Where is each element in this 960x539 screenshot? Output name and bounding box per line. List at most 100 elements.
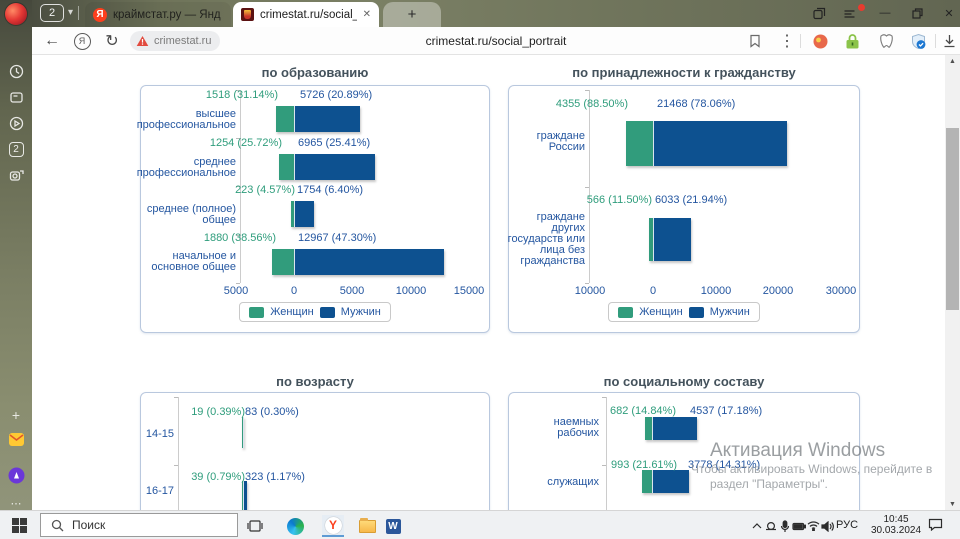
touch-keyboard-icon[interactable]: [764, 519, 778, 533]
more-options-icon[interactable]: ⋮: [779, 27, 795, 55]
bar-women[interactable]: [279, 154, 294, 180]
file-explorer-icon[interactable]: [356, 515, 378, 537]
tab-yandex-search[interactable]: Я краймстат.ру — Яндекс: н: [85, 2, 231, 27]
crimestat-favicon: [241, 8, 254, 21]
chart-title-social: по социальному составу: [603, 374, 765, 389]
task-view-icon[interactable]: [244, 515, 266, 537]
language-indicator[interactable]: РУС: [836, 519, 858, 531]
word-icon[interactable]: W: [382, 515, 404, 537]
video-play-icon[interactable]: [7, 114, 25, 132]
scroll-up-icon[interactable]: ▲: [945, 55, 960, 67]
bar-women[interactable]: [272, 249, 294, 275]
value-label-men: 5726 (20.89%): [300, 89, 373, 101]
category-axis-line: [606, 397, 607, 510]
bar-men[interactable]: [652, 417, 697, 440]
x-axis-tick-label: 10000: [700, 285, 732, 297]
x-axis-tick-label: 10000: [574, 285, 606, 297]
battery-icon[interactable]: [792, 519, 806, 533]
axis-tick-mark: [602, 397, 606, 398]
wifi-icon[interactable]: [806, 519, 820, 533]
microphone-icon[interactable]: [778, 519, 792, 533]
volume-icon[interactable]: [820, 519, 834, 533]
yandex-browser-icon[interactable]: Y: [322, 515, 344, 537]
action-center-icon[interactable]: [928, 518, 944, 532]
value-label-women: 566 (11.50%): [586, 194, 652, 206]
bar-women[interactable]: [626, 121, 653, 166]
chevron-down-icon[interactable]: ▾: [68, 7, 73, 18]
collections-icon[interactable]: [7, 88, 25, 106]
screenshot-icon[interactable]: [7, 166, 25, 184]
downloads-icon[interactable]: [940, 27, 958, 55]
extension-icon-2[interactable]: [878, 33, 895, 50]
tray-expand-icon[interactable]: [750, 519, 764, 533]
page-content: по образованию Женщин Мужчин по принадле…: [32, 55, 945, 510]
back-button[interactable]: ←: [42, 27, 62, 55]
bookmark-icon[interactable]: [746, 27, 764, 55]
restore-button[interactable]: [908, 5, 926, 21]
date: 30.03.2024: [870, 525, 922, 536]
category-label: среднее профессиональное: [136, 156, 236, 179]
bar-men[interactable]: [294, 154, 375, 180]
bar-men[interactable]: [243, 417, 244, 448]
tab-groups-icon[interactable]: [810, 5, 828, 21]
lock-extension-icon[interactable]: [844, 33, 861, 50]
tab-crimestat-active[interactable]: crimestat.ru/social_portr ✕: [233, 2, 379, 27]
clock[interactable]: 10:45 30.03.2024: [866, 514, 926, 536]
edge-browser-icon[interactable]: [284, 515, 306, 537]
value-label-men: 6033 (21.94%): [655, 194, 728, 206]
tabs-count-icon[interactable]: 2: [7, 140, 25, 158]
scrollbar-thumb[interactable]: [946, 128, 959, 310]
bar-men[interactable]: [294, 201, 314, 227]
category-label: начальное и основное общее: [151, 250, 236, 273]
bar-women[interactable]: [276, 106, 294, 132]
browser-address-bar: ← Я ↻ crimestat.ru crimestat.ru/social_p…: [32, 27, 960, 55]
chart-title-education: по образованию: [261, 65, 369, 80]
minimize-button[interactable]: —: [876, 5, 894, 21]
close-tab-icon[interactable]: ✕: [363, 9, 371, 20]
bar-women[interactable]: [645, 417, 652, 440]
profile-avatar[interactable]: [5, 3, 27, 25]
new-tab-button[interactable]: +: [383, 2, 441, 27]
bar-men[interactable]: [294, 106, 360, 132]
bar-men[interactable]: [653, 218, 691, 261]
page-scrollbar[interactable]: ▲ ▼: [945, 55, 960, 510]
divider: [935, 34, 936, 48]
extension-icon-1[interactable]: [812, 33, 829, 50]
yandex-home-button[interactable]: Я: [72, 27, 92, 55]
protect-extension-icon[interactable]: [910, 33, 927, 50]
bar-men[interactable]: [652, 470, 689, 493]
scroll-down-icon[interactable]: ▼: [945, 498, 960, 510]
history-icon[interactable]: [7, 62, 25, 80]
search-icon: [51, 519, 64, 531]
bar-men[interactable]: [653, 121, 787, 166]
desktop-screen: 2 + ⋯ 2 ▾ Я краймстат.ру — Яндекс: н cri…: [0, 0, 960, 539]
legend-label-women: Женщин: [639, 306, 683, 318]
category-label: граждане других государств или лица без …: [507, 211, 585, 267]
value-label-women: 682 (14.84%): [609, 405, 676, 417]
site-security-badge[interactable]: crimestat.ru: [130, 31, 221, 51]
time: 10:45: [883, 514, 909, 525]
yandex-mail-icon[interactable]: [7, 430, 25, 448]
axis-tick-mark: [585, 283, 589, 284]
legend-swatch-women: [618, 306, 634, 318]
alice-assistant-icon[interactable]: [7, 466, 25, 484]
close-window-button[interactable]: ✕: [940, 5, 958, 21]
category-label: 16-17: [145, 485, 174, 497]
bar-men[interactable]: [294, 249, 444, 275]
chart-title-citizenship: по принадлежности к гражданству: [572, 65, 796, 80]
bar-men[interactable]: [243, 481, 247, 510]
site-badge-text: crimestat.ru: [154, 35, 212, 47]
add-panel-icon[interactable]: +: [7, 406, 25, 424]
browser-menu-icon[interactable]: [840, 5, 858, 21]
bar-women[interactable]: [642, 470, 652, 493]
start-button[interactable]: [12, 518, 27, 533]
refresh-button[interactable]: ↻: [102, 27, 122, 55]
category-axis-line: [178, 397, 179, 510]
axis-tick-mark: [585, 187, 589, 188]
axis-tick-mark: [236, 283, 240, 284]
tab-count-button[interactable]: 2: [40, 4, 64, 22]
taskbar-search-input[interactable]: Поиск: [40, 513, 238, 537]
legend-label-men: Мужчин: [709, 306, 750, 318]
windows-activation-watermark-title: Активация Windows: [710, 440, 886, 461]
browser-sidebar: 2 + ⋯: [0, 0, 32, 510]
